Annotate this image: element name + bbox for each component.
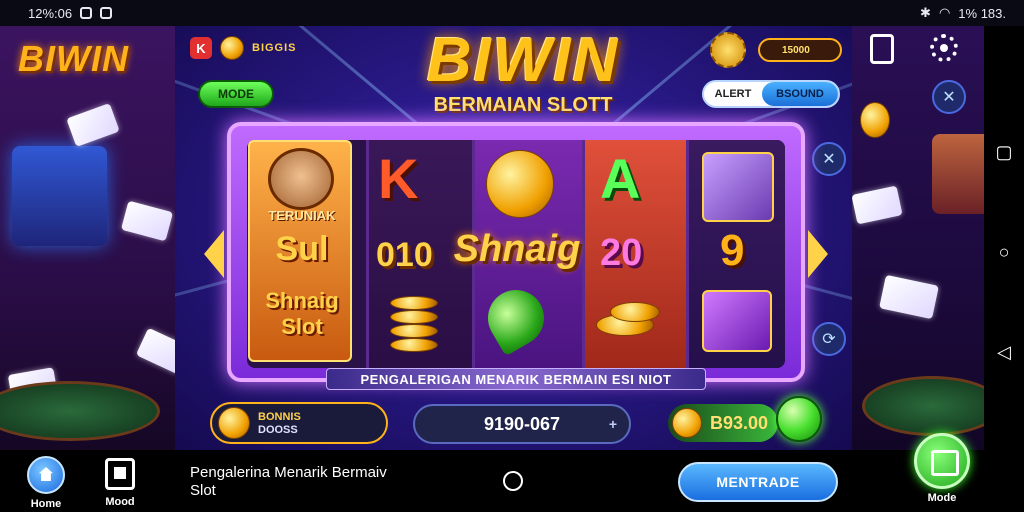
bottom-caption: Pengalerina Menarik Bermaiv Slot — [190, 464, 387, 499]
prev-arrow-icon[interactable] — [204, 230, 224, 278]
top-label: BIGGIS — [252, 42, 297, 54]
wrench-icon[interactable]: ✕ — [812, 142, 846, 176]
card-decor — [135, 327, 175, 375]
dollar-coin-icon — [672, 408, 702, 438]
mode-button[interactable]: MODE — [198, 80, 274, 108]
status-bar: 12%:06 ✱ ◠ 1% 183. — [0, 0, 1024, 26]
spin-button[interactable] — [776, 396, 822, 442]
recent-apps-icon[interactable]: ▢ — [984, 132, 1024, 172]
logo-subtitle: BERMAIAN SLOTT — [433, 94, 613, 116]
bet-value: 9190-067 — [483, 413, 561, 434]
settings-gear-icon[interactable] — [930, 34, 958, 62]
coin-icon — [220, 36, 244, 60]
feature-title: Sul — [275, 230, 329, 268]
balance-value: B93.00 — [710, 412, 769, 433]
dollar-coin-icon — [218, 407, 250, 439]
sound-toggle[interactable]: ALERT BSOUND — [702, 80, 840, 108]
home-system-icon[interactable]: ○ — [984, 232, 1024, 272]
sun-coin-icon — [710, 32, 746, 68]
menu-label: Mode — [927, 492, 957, 504]
bird-symbol-icon — [702, 152, 774, 222]
symbol-nine: 9 — [720, 226, 745, 275]
balance-display: B93.00 — [668, 404, 778, 442]
sun-symbol-icon — [486, 150, 554, 218]
home-circle-icon[interactable] — [503, 471, 523, 491]
promo-banner: PENGALERIGAN MENARIK BERMAIN ESI NIOT — [326, 368, 706, 390]
nav-mode[interactable]: Mood — [90, 456, 150, 508]
card-decor — [852, 185, 903, 225]
bonus-panel[interactable]: BONNIS DOOSS — [210, 402, 388, 444]
card-decor — [879, 274, 939, 320]
autoplay-icon[interactable]: ⟳ — [812, 322, 846, 356]
game-logo: BIWIN BERMAIAN SLOTT — [398, 30, 648, 117]
arcade-machine-decor — [12, 146, 107, 246]
app-notification-icon — [100, 7, 113, 19]
home-icon — [27, 456, 65, 494]
feature-panel: TERUNIAK Sul Shnaig Slot — [248, 140, 352, 362]
toggle-right-label[interactable]: BSOUND — [762, 82, 838, 106]
coin-stack-icon — [390, 296, 438, 310]
next-arrow-icon[interactable] — [808, 230, 828, 278]
menu-button[interactable] — [914, 433, 970, 489]
battery-text: 1% 183. — [958, 5, 1006, 21]
top-left-icons: K BIGGIS — [190, 36, 297, 60]
status-time: 12%:06 — [28, 5, 73, 21]
card-decor — [66, 103, 120, 147]
app-screen: 12%:06 ✱ ◠ 1% 183. BIWIN K BIGGIS MODE B… — [0, 0, 1024, 512]
nav-home[interactable]: Home — [16, 456, 76, 510]
notification-icon — [80, 7, 93, 19]
bluetooth-icon: ✱ — [920, 5, 931, 20]
nav-mode-label: Mood — [105, 496, 135, 508]
fullscreen-icon[interactable] — [870, 34, 894, 64]
system-nav-bar: ▢ ○ ◁ — [984, 26, 1024, 512]
feature-subtitle: Shnaig Slot — [265, 288, 339, 339]
coin-stack-icon — [610, 302, 660, 322]
card-decor — [120, 200, 174, 242]
top-right-ui — [870, 34, 958, 64]
bonus-label: BONNIS — [258, 411, 301, 423]
payline-left-value: 010 — [376, 236, 433, 274]
coin-stack-icon — [390, 338, 438, 352]
left-decor-panel: BIWIN — [0, 26, 175, 450]
action-button[interactable]: MENTRADE — [678, 462, 838, 502]
coin-decor — [860, 102, 890, 138]
tools-icon[interactable]: ✕ — [932, 80, 966, 114]
back-icon[interactable]: K — [190, 37, 212, 59]
bonus-value: DOOSS — [258, 424, 298, 436]
logo-title: BIWIN — [426, 26, 620, 95]
payline-right-value: 20 — [600, 232, 643, 274]
toggle-left-label[interactable]: ALERT — [704, 88, 762, 100]
coin-balance-top[interactable]: 15000 — [758, 38, 842, 62]
coin-stack-icon — [390, 324, 438, 338]
wifi-icon: ◠ — [938, 5, 951, 20]
bet-plus-button[interactable]: + — [609, 416, 617, 432]
coin-stack-icon — [390, 310, 438, 324]
nav-home-label: Home — [30, 498, 62, 510]
mode-icon — [105, 458, 135, 490]
dollar-symbol-icon — [702, 290, 772, 352]
bet-field[interactable]: 9190-067 + — [413, 404, 631, 444]
character-portrait — [268, 148, 334, 210]
brand-logo: BIWIN — [18, 38, 129, 79]
casino-table-decor — [862, 376, 984, 436]
symbol-k: K — [378, 147, 419, 210]
feature-label: TERUNIAK — [268, 208, 336, 223]
back-system-icon[interactable]: ◁ — [984, 332, 1024, 372]
symbol-a: A — [600, 147, 641, 210]
arcade-machine-decor — [932, 134, 984, 214]
casino-table-decor — [0, 381, 160, 441]
